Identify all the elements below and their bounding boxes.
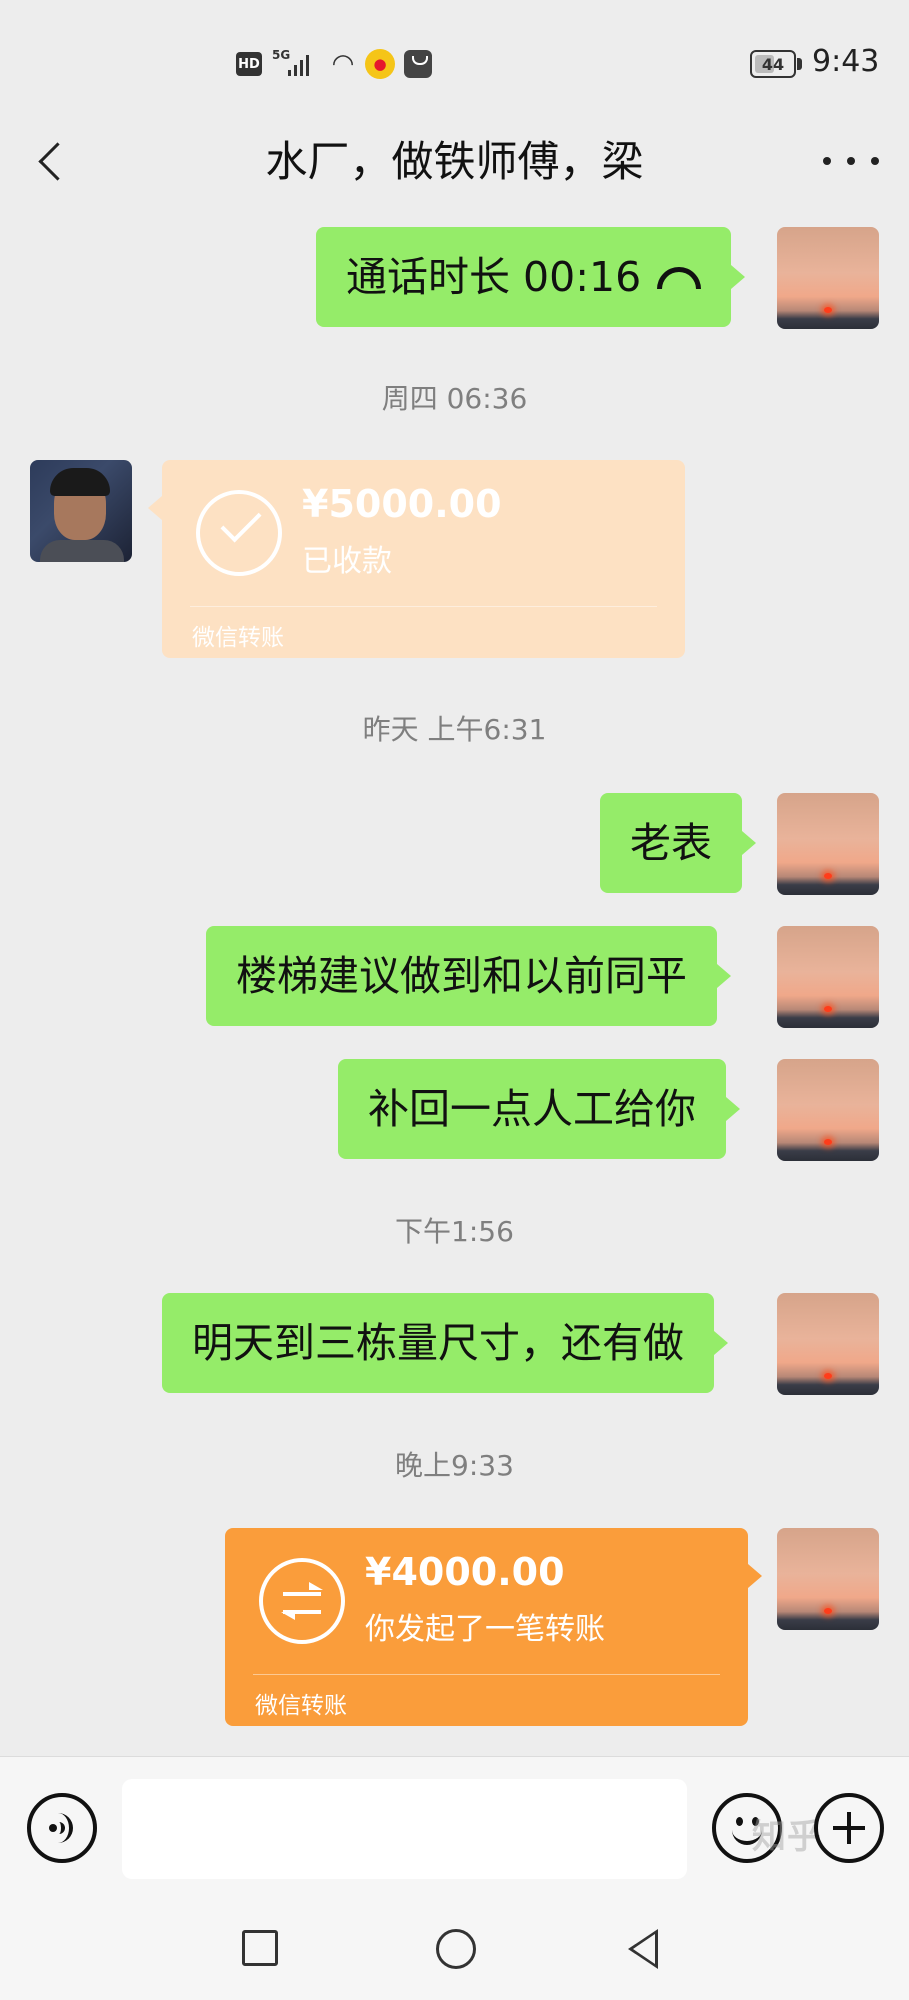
message-bubble[interactable]: 楼梯建议做到和以前同平 xyxy=(206,926,731,1026)
back-triangle-icon[interactable] xyxy=(628,1929,658,1969)
divider xyxy=(253,1674,720,1675)
my-avatar[interactable] xyxy=(777,793,879,895)
battery-icon: 44 xyxy=(750,50,802,78)
message-bubble[interactable]: 明天到三栋量尺寸，还有做 xyxy=(162,1293,728,1393)
message-input[interactable] xyxy=(122,1779,687,1879)
system-nav-bar xyxy=(0,1904,909,2000)
call-duration-message[interactable]: 通话时长 00:16 xyxy=(316,227,746,327)
my-avatar[interactable] xyxy=(777,926,879,1028)
transfer-status: 已收款 xyxy=(302,544,392,579)
transfer-swap-icon xyxy=(259,1558,345,1644)
timestamp: 周四 06:36 xyxy=(381,382,528,415)
call-duration-text: 通话时长 00:16 xyxy=(346,253,642,301)
message-text: 楼梯建议做到和以前同平 xyxy=(236,952,687,1000)
phone-hangup-icon xyxy=(657,267,702,289)
timestamp: 昨天 上午6:31 xyxy=(362,713,547,746)
my-avatar[interactable] xyxy=(777,1293,879,1395)
transfer-footer: 微信转账 xyxy=(255,1693,347,1719)
message-bubble[interactable]: 老表 xyxy=(600,793,756,893)
home-icon[interactable] xyxy=(436,1929,476,1969)
battery-level: 44 xyxy=(761,54,785,74)
message-text: 明天到三栋量尺寸，还有做 xyxy=(192,1319,684,1367)
status-time: 9:43 xyxy=(812,44,880,79)
plus-icon[interactable] xyxy=(814,1793,884,1863)
input-bar: 知乎 xyxy=(0,1756,909,1904)
transfer-footer: 微信转账 xyxy=(192,625,284,651)
wifi-icon: ◠ xyxy=(331,49,355,79)
check-circle-icon xyxy=(196,490,282,576)
sent-transfer-card[interactable]: ¥4000.00 你发起了一笔转账 微信转账 xyxy=(225,1528,762,1726)
more-button[interactable] xyxy=(823,146,879,176)
timestamp: 晚上9:33 xyxy=(395,1449,514,1482)
message-text: 老表 xyxy=(630,819,712,867)
chat-title: 水厂，做铁师傅，梁 xyxy=(265,137,644,186)
transfer-amount: ¥5000.00 xyxy=(302,482,502,526)
chat-header: 水厂，做铁师傅，梁 xyxy=(0,110,909,220)
more-dots-icon xyxy=(823,157,831,165)
my-avatar[interactable] xyxy=(777,1059,879,1161)
signal-icon: 5G xyxy=(270,48,320,78)
shopping-bag-icon xyxy=(404,50,432,78)
contact-avatar[interactable] xyxy=(30,460,132,562)
my-avatar[interactable] xyxy=(777,1528,879,1630)
received-transfer-card[interactable]: ¥5000.00 已收款 微信转账 xyxy=(148,460,685,658)
weibo-icon: ● xyxy=(365,49,395,79)
hd-icon: HD xyxy=(236,52,262,76)
transfer-status: 你发起了一笔转账 xyxy=(365,1612,605,1647)
timestamp: 下午1:56 xyxy=(395,1215,514,1248)
watermark: 知乎 xyxy=(752,1818,822,1856)
message-bubble[interactable]: 补回一点人工给你 xyxy=(338,1059,740,1159)
my-avatar[interactable] xyxy=(777,227,879,329)
status-bar: HD 5G ◠ ● 44 9:43 xyxy=(0,0,909,110)
voice-icon[interactable] xyxy=(27,1793,97,1863)
transfer-amount: ¥4000.00 xyxy=(365,1550,565,1594)
message-text: 补回一点人工给你 xyxy=(368,1085,696,1133)
recent-apps-icon[interactable] xyxy=(242,1930,278,1966)
divider xyxy=(190,606,657,607)
